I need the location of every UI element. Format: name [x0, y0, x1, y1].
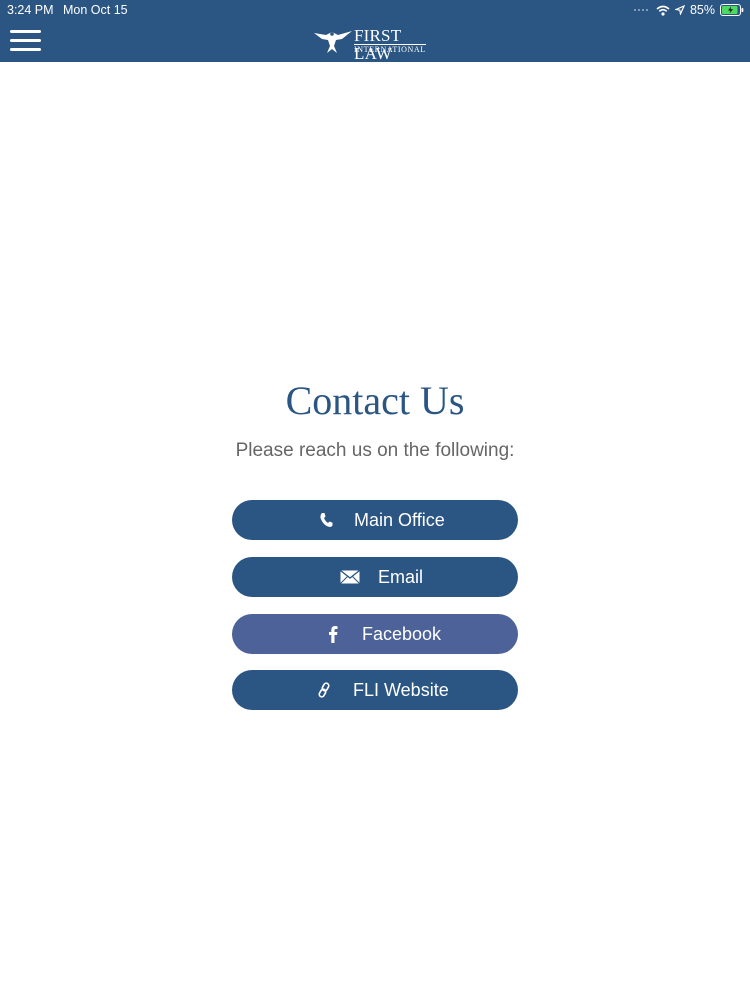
location-arrow-icon — [674, 5, 685, 15]
page-subtitle: Please reach us on the following: — [235, 440, 515, 461]
app-header: 3:24 PM Mon Oct 15 85% FIRST LAW INTERNA… — [0, 0, 750, 63]
fli-website-label: FLI Website — [353, 680, 449, 700]
first-law-international-logo: FIRST LAW INTERNATIONAL — [312, 27, 442, 63]
status-time: 3:24 PM — [7, 3, 54, 17]
battery-charging-icon — [720, 4, 744, 16]
hamburger-menu-icon[interactable] — [10, 30, 41, 52]
envelope-icon — [339, 567, 361, 587]
phone-icon — [316, 510, 336, 530]
email-label: Email — [378, 567, 424, 587]
main-office-button[interactable]: Main Office — [232, 500, 518, 540]
link-icon — [314, 680, 334, 700]
status-bar: 3:24 PM Mon Oct 15 85% — [0, 0, 750, 20]
wifi-icon — [656, 5, 670, 16]
battery-percent: 85% — [689, 3, 715, 17]
status-date: Mon Oct 15 — [63, 3, 128, 17]
status-indicators: 85% — [633, 0, 744, 20]
facebook-button[interactable]: Facebook — [232, 614, 518, 654]
facebook-icon — [323, 624, 343, 644]
fli-website-button[interactable]: FLI Website — [232, 670, 518, 710]
eagle-logo-icon — [314, 31, 352, 53]
email-button[interactable]: Email — [232, 557, 518, 597]
main-office-label: Main Office — [354, 510, 445, 530]
page-title: Contact Us — [285, 378, 465, 423]
signal-dots-icon — [633, 9, 648, 11]
logo-subtitle: INTERNATIONAL — [354, 44, 426, 54]
facebook-label: Facebook — [362, 624, 442, 644]
